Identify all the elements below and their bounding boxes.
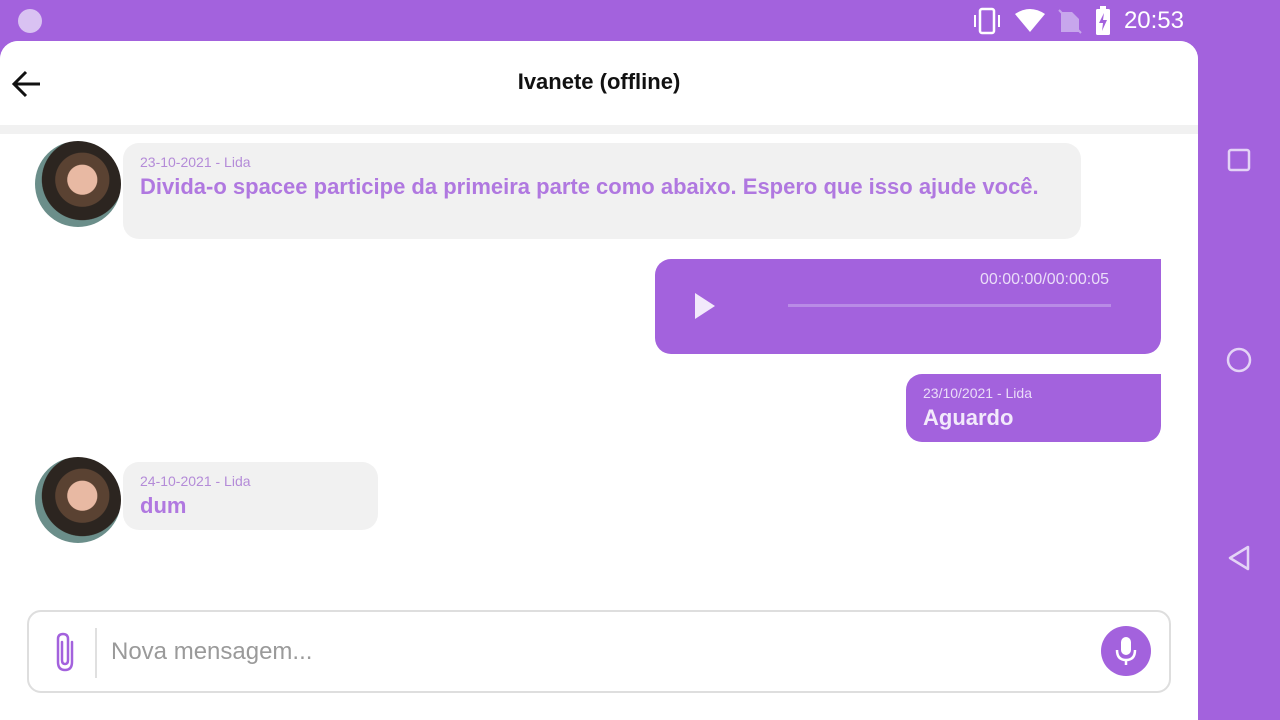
message-text: Aguardo [923,405,1014,430]
attach-button[interactable] [47,630,87,674]
message-bubble-outgoing[interactable]: 23/10/2021 - Lida Aguardo [906,374,1161,442]
avatar[interactable] [35,457,121,543]
battery-charging-icon [1095,6,1110,35]
status-bar: 20:53 [0,0,1198,41]
audio-duration: 00:00:00/00:00:05 [979,271,1109,288]
home-button[interactable] [1222,343,1256,377]
header-divider [0,125,1198,134]
message-input[interactable] [111,632,1091,672]
wifi-icon [1014,9,1045,32]
chat-screen: Ivanete (offline) 23-10-2021 - Lida Divi… [0,41,1198,720]
message-text: dum [140,493,187,518]
app-notification-icon [18,9,42,33]
avatar[interactable] [35,141,121,227]
chat-title: Ivanete (offline) [517,69,681,94]
message-text: Divida-o spacee participe da primeira pa… [140,174,1039,199]
message-bubble-incoming[interactable]: 23-10-2021 - Lida Divida-o spacee partic… [123,143,1081,239]
circle-icon [1226,347,1252,373]
message-bubble-incoming[interactable]: 24-10-2021 - Lida dum [123,462,378,530]
message-meta: 23/10/2021 - Lida [923,385,1032,401]
back-nav-button[interactable] [1222,541,1256,575]
composer-divider [95,628,97,678]
message-meta: 24-10-2021 - Lida [140,473,251,489]
audio-message-bubble[interactable]: 00:00:00/00:00:05 [655,259,1161,354]
play-icon [695,293,715,319]
triangle-back-icon [1228,545,1250,571]
message-composer [27,610,1171,693]
message-list[interactable]: 23-10-2021 - Lida Divida-o spacee partic… [0,134,1198,604]
status-time: 20:53 [1123,7,1184,34]
recents-button[interactable] [1222,143,1256,177]
no-sim-icon [1058,9,1082,34]
play-button[interactable] [691,289,719,323]
message-meta: 23-10-2021 - Lida [140,154,251,170]
navigation-bar [1198,0,1280,720]
chat-header: Ivanete (offline) [0,41,1198,125]
audio-progress-track[interactable] [788,304,1111,307]
microphone-icon [1115,637,1137,665]
status-icons: 20:53 [972,6,1184,36]
vibrate-icon [973,7,1000,35]
square-icon [1227,148,1251,172]
paperclip-icon [56,632,74,672]
record-audio-button[interactable] [1101,626,1151,676]
